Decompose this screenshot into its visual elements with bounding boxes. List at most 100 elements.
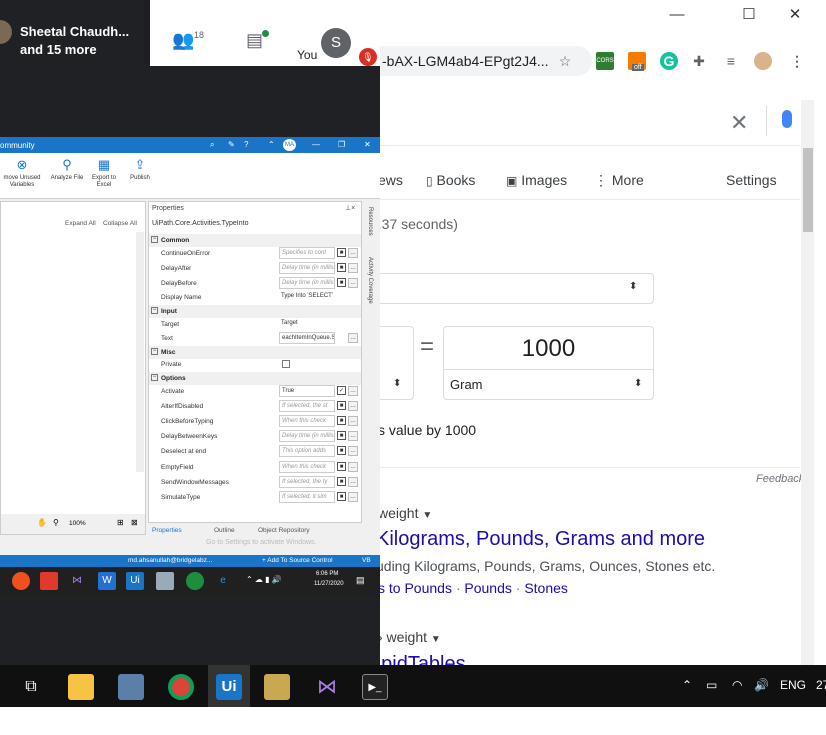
network-app-icon[interactable] bbox=[118, 674, 144, 700]
result2-title[interactable]: apidTables bbox=[370, 653, 466, 665]
breadcrumb-caret-icon[interactable]: ▼ bbox=[431, 634, 441, 645]
voice-search-icon[interactable] bbox=[782, 110, 792, 128]
chrome-menu-icon[interactable]: ⋮ bbox=[788, 52, 806, 70]
expression-button[interactable]: ■ bbox=[337, 401, 346, 410]
breadcrumb-caret-icon[interactable]: ▼ bbox=[422, 510, 432, 521]
sitelink[interactable]: Pounds bbox=[464, 580, 511, 596]
more-button[interactable]: … bbox=[348, 431, 358, 441]
prop-input[interactable]: Specifies to cont bbox=[279, 247, 335, 259]
visual-studio-icon[interactable]: ⋈ bbox=[68, 572, 86, 590]
prop-input[interactable]: This option adds bbox=[279, 445, 335, 457]
app-icon[interactable] bbox=[264, 674, 290, 700]
wifi-icon[interactable]: ◠ bbox=[732, 678, 742, 692]
to-unit[interactable]: Gram bbox=[450, 377, 483, 392]
task-view-icon[interactable]: ⧉ bbox=[18, 674, 44, 700]
prop-input[interactable]: When this check bbox=[279, 415, 335, 427]
mic-off-icon[interactable]: 🎙 bbox=[359, 48, 377, 66]
tab-more[interactable]: ⋮ More bbox=[594, 172, 644, 189]
more-button[interactable]: … bbox=[348, 477, 358, 487]
app-icon[interactable] bbox=[156, 572, 174, 590]
expression-button[interactable]: ■ bbox=[337, 248, 346, 257]
overview-icon[interactable]: ⊠ bbox=[131, 518, 138, 527]
zoom-level[interactable]: 100% bbox=[69, 520, 86, 527]
prop-input[interactable]: True bbox=[279, 385, 335, 397]
expression-button[interactable]: ■ bbox=[337, 477, 346, 486]
collapse-all-link[interactable]: Collapse All bbox=[103, 220, 137, 227]
prop-input[interactable]: Delay time (in millis bbox=[279, 262, 335, 274]
more-button[interactable]: … bbox=[348, 401, 358, 411]
uipath-taskbar-icon[interactable]: Ui bbox=[216, 674, 242, 700]
media-control-icon[interactable]: ≡ bbox=[722, 52, 740, 70]
chat-icon[interactable]: ▤ bbox=[246, 30, 263, 51]
more-button[interactable]: … bbox=[348, 462, 358, 472]
feedback-icon[interactable]: ✎ bbox=[228, 140, 235, 149]
result1-title[interactable]: Kilograms, Pounds, Grams and more bbox=[376, 528, 705, 551]
file-explorer-icon[interactable] bbox=[68, 674, 94, 700]
user-avatar[interactable]: MA bbox=[283, 139, 296, 151]
pin-icon[interactable]: ⊥× bbox=[345, 204, 355, 212]
prop-input[interactable]: If selected, the ty bbox=[279, 476, 335, 488]
minimize-icon[interactable]: — bbox=[312, 140, 320, 149]
expression-button[interactable]: ■ bbox=[337, 492, 346, 501]
chrome-icon[interactable] bbox=[168, 674, 194, 700]
status-source-control[interactable]: + Add To Source Control bbox=[262, 557, 333, 564]
expression-button[interactable]: ■ bbox=[337, 416, 346, 425]
terminal-icon[interactable]: ▶_ bbox=[362, 674, 388, 700]
prop-input[interactable]: eachItemInQueue.S bbox=[279, 332, 335, 344]
status-user[interactable]: md.ahsanullah@bridgelabz... bbox=[128, 557, 212, 564]
tab-activity-coverage[interactable]: Activity Coverage bbox=[367, 257, 373, 304]
more-button[interactable]: … bbox=[348, 446, 358, 456]
tab-books[interactable]: ▯ Books bbox=[426, 172, 475, 188]
expression-button[interactable]: ■ bbox=[337, 263, 346, 272]
tab-images[interactable]: ▣ Images bbox=[506, 172, 567, 188]
more-button[interactable]: … bbox=[348, 492, 358, 502]
battery-icon[interactable]: ▭ bbox=[706, 678, 717, 692]
scrollbar-thumb[interactable] bbox=[803, 148, 813, 232]
visual-studio-icon[interactable]: ⋈ bbox=[314, 674, 340, 700]
close-icon[interactable]: ✕ bbox=[364, 140, 371, 149]
uipath-icon[interactable]: Ui bbox=[126, 572, 144, 590]
tab-outline[interactable]: Outline bbox=[214, 527, 235, 534]
ie-icon[interactable]: e bbox=[214, 572, 232, 590]
chevron-up-icon[interactable]: ⌃ bbox=[268, 140, 275, 149]
app-icon[interactable] bbox=[186, 572, 204, 590]
language-indicator[interactable]: ENG bbox=[780, 678, 806, 692]
fit-screen-icon[interactable]: ⊞ bbox=[117, 518, 124, 527]
maximize-button[interactable]: ☐ bbox=[734, 4, 764, 26]
remove-unused-button[interactable]: ⊗ move Unused Variables bbox=[0, 157, 44, 189]
expand-all-link[interactable]: Expand All bbox=[65, 220, 96, 227]
unit-type-select[interactable]: ⬍ bbox=[366, 273, 654, 304]
close-window-button[interactable]: ✕ bbox=[780, 4, 810, 26]
prop-input[interactable]: When this check bbox=[279, 461, 335, 473]
more-button[interactable]: … bbox=[348, 416, 358, 426]
notification-icon[interactable]: ▤ bbox=[356, 575, 365, 586]
result2-breadcrumb[interactable]: › weight ▼ bbox=[378, 629, 441, 645]
tray-chevron-icon[interactable]: ⌃ bbox=[682, 678, 692, 692]
clear-search-icon[interactable]: ✕ bbox=[730, 110, 748, 136]
app-icon[interactable] bbox=[40, 572, 58, 590]
puzzle-icon[interactable]: ✚ bbox=[690, 52, 708, 70]
pan-icon[interactable]: ✋ bbox=[37, 518, 47, 527]
cors-extension-icon[interactable]: CORS bbox=[596, 52, 614, 70]
clock-partial[interactable]: 27 bbox=[816, 678, 826, 692]
restore-icon[interactable]: ❐ bbox=[338, 140, 345, 149]
tab-settings[interactable]: Settings bbox=[726, 172, 777, 188]
google-search-box[interactable]: ✕ bbox=[370, 100, 800, 146]
volume-icon[interactable]: 🔊 bbox=[754, 678, 769, 692]
publish-button[interactable]: ⇪ Publish bbox=[124, 157, 156, 182]
private-checkbox[interactable] bbox=[282, 360, 290, 368]
designer-scrollbar[interactable] bbox=[136, 232, 144, 472]
minimize-button[interactable]: — bbox=[662, 4, 692, 26]
prop-input[interactable]: Type Into 'SELECT' bbox=[279, 291, 359, 303]
feedback-link[interactable]: Feedback bbox=[756, 473, 804, 485]
app-icon[interactable]: W bbox=[98, 572, 116, 590]
to-value-box[interactable]: 1000 Gram ⬍ bbox=[443, 326, 654, 400]
help-icon[interactable]: ? bbox=[244, 140, 248, 149]
participants-icon[interactable]: 👥 bbox=[172, 30, 194, 51]
more-button[interactable]: … bbox=[348, 333, 358, 343]
expression-button[interactable]: ■ bbox=[337, 278, 346, 287]
tab-object-repository[interactable]: Object Repository bbox=[258, 527, 310, 534]
expression-button[interactable]: ■ bbox=[337, 446, 346, 455]
search-icon[interactable]: ⌕ bbox=[210, 140, 214, 150]
prop-input[interactable]: Target bbox=[279, 318, 335, 330]
